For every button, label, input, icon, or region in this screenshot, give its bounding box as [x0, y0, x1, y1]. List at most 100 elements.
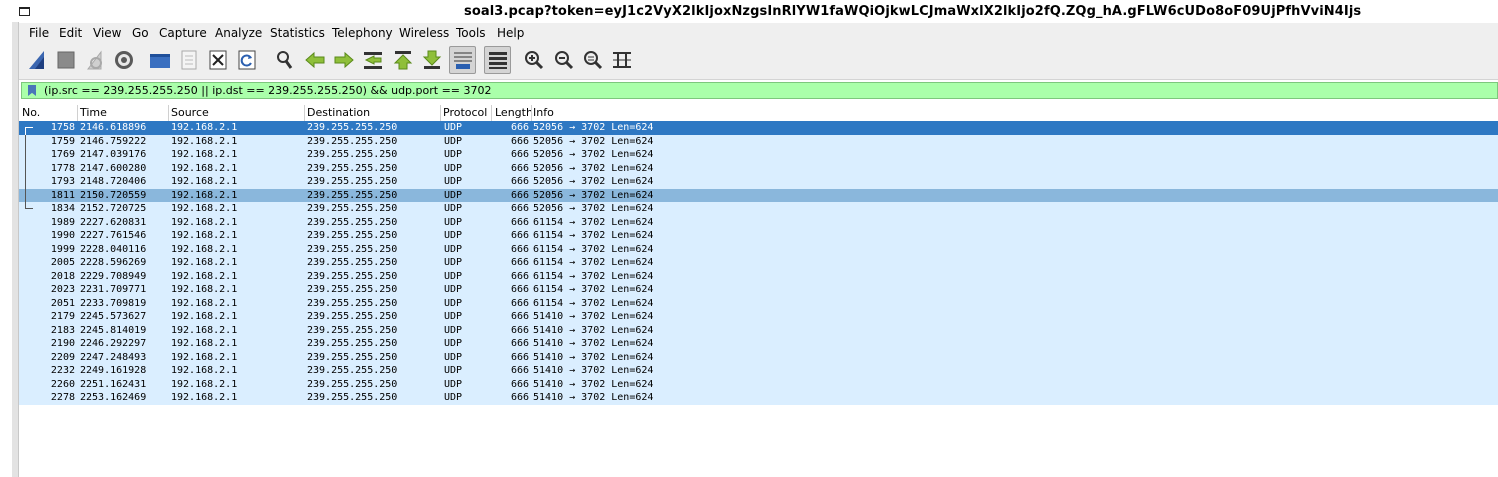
menu-help[interactable]: Help: [497, 26, 524, 40]
column-header-info[interactable]: Info: [533, 106, 554, 119]
cell-no: 1999: [50, 243, 75, 255]
menu-go[interactable]: Go: [132, 26, 149, 40]
cell-time: 2152.720725: [80, 203, 147, 214]
cell-destination: 239.255.255.250: [307, 135, 398, 147]
cell-length: 666: [510, 365, 529, 376]
table-row[interactable]: 2183 2245.814019 192.168.2.1 239.255.255.25…: [19, 323, 1498, 337]
cell-protocol: UDP: [444, 311, 463, 322]
shark-fin-start-icon[interactable]: [25, 48, 49, 72]
display-filter-input[interactable]: [44, 83, 1484, 98]
menu-statistics[interactable]: Statistics: [270, 26, 325, 40]
cell-info: 61154 → 3702 Len=624: [533, 230, 654, 241]
zoom-normal-icon[interactable]: [581, 48, 605, 72]
menu-telephony[interactable]: Telephony: [332, 26, 393, 40]
column-header-protocol[interactable]: Protocol: [443, 106, 487, 119]
menu-view[interactable]: View: [93, 26, 121, 40]
cell-no: 2018: [50, 270, 75, 282]
cell-length: 666: [510, 324, 529, 336]
go-back-icon[interactable]: [303, 48, 327, 72]
table-row[interactable]: 1834 2152.720725 192.168.2.1 239.255.255.25…: [19, 202, 1498, 216]
menu-edit[interactable]: Edit: [59, 26, 82, 40]
cell-info: 61154 → 3702 Len=624: [533, 216, 654, 228]
cell-destination: 239.255.255.250: [307, 351, 398, 363]
go-last-icon[interactable]: [420, 48, 444, 72]
cell-no: 2190: [50, 338, 75, 349]
table-row[interactable]: 1778 2147.600280 192.168.2.1 239.255.255.25…: [19, 161, 1498, 175]
table-row[interactable]: 2179 2245.573627 192.168.2.1 239.255.255.25…: [19, 310, 1498, 324]
table-row[interactable]: 2051 2233.709819 192.168.2.1 239.255.255.25…: [19, 296, 1498, 310]
table-row[interactable]: 1999 2228.040116 192.168.2.1 239.255.255.25…: [19, 242, 1498, 256]
table-row[interactable]: 2278 2253.162469 192.168.2.1 239.255.255.25…: [19, 391, 1498, 405]
menu-tools[interactable]: Tools: [456, 26, 486, 40]
column-header-no[interactable]: No.: [22, 106, 40, 119]
table-row[interactable]: 1769 2147.039176 192.168.2.1 239.255.255.25…: [19, 148, 1498, 162]
capture-options-icon[interactable]: [112, 48, 136, 72]
menu-file[interactable]: File: [29, 26, 49, 40]
close-file-icon[interactable]: [206, 48, 230, 72]
open-file-icon[interactable]: [148, 48, 172, 72]
cell-source: 192.168.2.1: [171, 297, 238, 309]
reload-file-icon[interactable]: [235, 48, 259, 72]
table-row[interactable]: 1759 2146.759222 192.168.2.1 239.255.255.25…: [19, 134, 1498, 148]
cell-protocol: UDP: [444, 162, 463, 174]
left-edge-bar: [12, 22, 19, 477]
menu-analyze[interactable]: Analyze: [215, 26, 262, 40]
table-row[interactable]: 2209 2247.248493 192.168.2.1 239.255.255.25…: [19, 350, 1498, 364]
table-row[interactable]: 1758 2146.618896 192.168.2.1 239.255.255.25…: [19, 121, 1498, 135]
table-row[interactable]: 1990 2227.761546 192.168.2.1 239.255.255.25…: [19, 229, 1498, 243]
menu-wireless[interactable]: Wireless: [399, 26, 449, 40]
stop-capture-icon[interactable]: [54, 48, 78, 72]
column-header-time[interactable]: Time: [80, 106, 107, 119]
table-row[interactable]: 2023 2231.709771 192.168.2.1 239.255.255.25…: [19, 283, 1498, 297]
table-row[interactable]: 1811 2150.720559 192.168.2.1 239.255.255.25…: [19, 188, 1498, 202]
window-menu-icon[interactable]: [19, 7, 30, 16]
cell-no: 1758: [50, 122, 75, 133]
table-row[interactable]: 1989 2227.620831 192.168.2.1 239.255.255.25…: [19, 215, 1498, 229]
cell-protocol: UDP: [444, 257, 463, 268]
packet-list: 1758 2146.618896 192.168.2.1 239.255.255.25…: [19, 121, 1498, 405]
resize-columns-icon[interactable]: [610, 48, 634, 72]
cell-no: 2183: [50, 324, 75, 336]
zoom-out-icon[interactable]: [552, 48, 576, 72]
table-row[interactable]: 2018 2229.708949 192.168.2.1 239.255.255.25…: [19, 269, 1498, 283]
go-to-packet-icon[interactable]: [361, 48, 385, 72]
go-forward-icon[interactable]: [332, 48, 356, 72]
cell-info: 52056 → 3702 Len=624: [533, 122, 654, 133]
cell-source: 192.168.2.1: [171, 216, 238, 228]
zoom-in-icon[interactable]: [522, 48, 546, 72]
cell-protocol: UDP: [444, 378, 463, 390]
find-packet-icon[interactable]: [273, 48, 297, 72]
cell-length: 666: [510, 338, 529, 349]
colorize-icon[interactable]: [484, 46, 511, 74]
go-first-icon[interactable]: [391, 48, 415, 72]
cell-protocol: UDP: [444, 149, 463, 160]
cell-destination: 239.255.255.250: [307, 311, 398, 322]
cell-no: 1834: [50, 203, 75, 214]
cell-no: 1811: [50, 189, 75, 201]
filter-bookmark-icon[interactable]: [28, 85, 36, 96]
column-header-destination[interactable]: Destination: [307, 106, 370, 119]
cell-protocol: UDP: [444, 351, 463, 363]
table-row[interactable]: 1793 2148.720406 192.168.2.1 239.255.255.25…: [19, 175, 1498, 189]
menu-bar: File Edit View Go Capture Analyze Statis…: [19, 23, 1498, 43]
cell-protocol: UDP: [444, 122, 463, 133]
restart-capture-icon[interactable]: [83, 48, 107, 72]
save-file-icon[interactable]: [177, 48, 201, 72]
cell-info: 61154 → 3702 Len=624: [533, 257, 654, 268]
window-title: soal3.pcap?token=eyJ1c2VyX2lkIjoxNzgsInR…: [464, 4, 1362, 19]
menu-capture[interactable]: Capture: [159, 26, 207, 40]
cell-time: 2231.709771: [80, 284, 147, 295]
column-header-source[interactable]: Source: [171, 106, 209, 119]
packet-list-header: No. Time Source Destination Protocol Len…: [19, 105, 1498, 122]
column-header-length[interactable]: Length: [495, 106, 533, 119]
table-row[interactable]: 2005 2228.596269 192.168.2.1 239.255.255.25…: [19, 256, 1498, 270]
autoscroll-icon[interactable]: [449, 46, 476, 74]
cell-source: 192.168.2.1: [171, 135, 238, 147]
table-row[interactable]: 2232 2249.161928 192.168.2.1 239.255.255.25…: [19, 364, 1498, 378]
cell-source: 192.168.2.1: [171, 257, 238, 268]
display-filter-bar: [21, 82, 1498, 99]
table-row[interactable]: 2260 2251.162431 192.168.2.1 239.255.255.25…: [19, 377, 1498, 391]
table-row[interactable]: 2190 2246.292297 192.168.2.1 239.255.255.25…: [19, 337, 1498, 351]
cell-no: 1989: [50, 216, 75, 228]
cell-time: 2233.709819: [80, 297, 147, 309]
